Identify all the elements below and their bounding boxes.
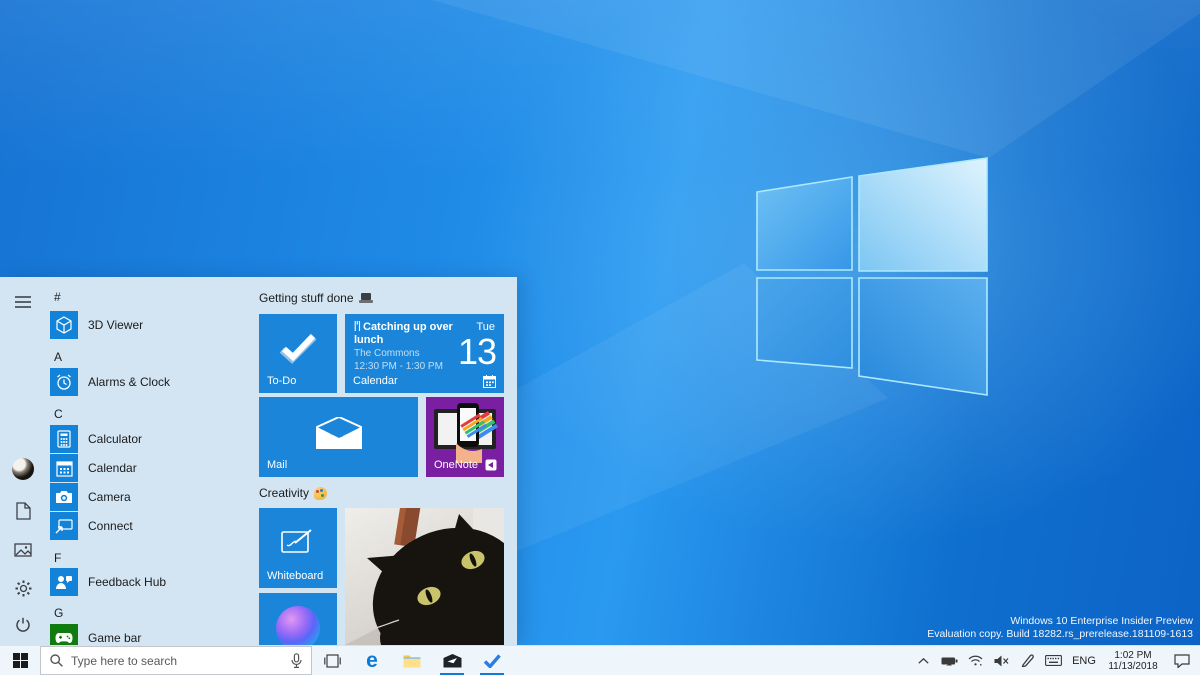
app-item-alarms-clock[interactable]: Alarms & Clock [50,368,210,396]
app-item-feedback-hub[interactable]: Feedback Hub [50,568,210,596]
todo-button[interactable] [472,646,512,675]
app-item-label: Alarms & Clock [88,375,170,389]
feedback-hub-icon [50,568,78,596]
tile-calendar[interactable]: Catching up over lunch The Commons 12:30… [345,314,504,393]
tray-show-hidden-icons-button[interactable] [910,646,936,675]
start-button[interactable] [0,646,40,675]
tile-label: Calendar [353,375,398,387]
start-menu-tiles: Getting stuff done To-Do Catching up ove… [259,277,505,645]
alarms-clock-icon [50,368,78,396]
camera-icon [50,483,78,511]
volume-muted-icon[interactable] [988,646,1014,675]
build-watermark-line1: Windows 10 Enterprise Insider Preview [927,615,1193,628]
calendar-app-icon [50,454,78,482]
calendar-badge-icon [483,375,496,388]
tile-photo[interactable] [345,508,504,645]
meal-icon [354,321,361,331]
app-item-calculator[interactable]: Calculator [50,425,210,453]
tile-whiteboard[interactable]: Whiteboard [259,508,337,588]
app-section-header[interactable]: G [54,606,174,620]
3d-viewer-icon [50,311,78,339]
app-item-camera[interactable]: Camera [50,483,210,511]
desktop: Windows 10 Enterprise Insider Preview Ev… [0,0,1200,675]
cortana-orb-icon [276,606,320,645]
clock-time: 1:02 PM [1114,650,1151,661]
microsoft-badge-icon [485,459,497,471]
todo-check-icon [259,314,337,383]
laptop-emoji-icon [359,293,373,304]
tile-cortana[interactable] [259,593,337,645]
start-menu: # 3D Viewer A Alarms & Clock C Calcul [0,277,517,645]
whiteboard-icon [259,508,337,576]
calendar-event: Catching up over lunch The Commons 12:30… [354,321,496,369]
mail-button[interactable] [432,646,472,675]
app-item-label: Game bar [88,631,141,645]
taskbar: e [0,645,1200,675]
app-item-label: Calendar [88,461,137,475]
app-item-label: Camera [88,490,131,504]
task-view-button[interactable] [312,646,352,675]
app-item-label: 3D Viewer [88,318,143,332]
tile-onenote[interactable]: OneNote [426,397,504,477]
tile-mail[interactable]: Mail [259,397,418,477]
file-explorer-button[interactable] [392,646,432,675]
app-section-header[interactable]: C [54,407,174,421]
taskbar-spacer [512,646,910,675]
tile-group-title: Getting stuff done [259,291,354,305]
edge-button[interactable]: e [352,646,392,675]
connect-icon [50,512,78,540]
app-section-header[interactable]: A [54,350,174,364]
action-center-button[interactable] [1164,646,1200,675]
app-section-header[interactable]: F [54,551,174,565]
touch-keyboard-icon[interactable] [1040,646,1066,675]
build-watermark-line2: Evaluation copy. Build 18282.rs_prerelea… [927,628,1193,641]
battery-icon[interactable] [936,646,962,675]
wifi-icon[interactable] [962,646,988,675]
todo-taskbar-icon [483,654,501,668]
mail-taskbar-icon [443,654,462,668]
cat-photo [345,508,504,645]
app-item-connect[interactable]: Connect [50,512,210,540]
build-watermark: Windows 10 Enterprise Insider Preview Ev… [927,615,1193,641]
app-item-game-bar[interactable]: Game bar [50,624,210,645]
tile-group-header-creativity[interactable]: Creativity [259,486,327,500]
taskbar-clock[interactable]: 1:02 PM 11/13/2018 [1102,646,1164,675]
tile-label: OneNote [434,459,478,471]
app-section-header[interactable]: # [54,290,174,304]
clock-date: 11/13/2018 [1108,661,1157,672]
search-icon [50,654,63,667]
microphone-icon[interactable] [291,653,302,668]
game-bar-icon [50,624,78,645]
taskbar-search[interactable] [40,646,312,675]
app-item-calendar[interactable]: Calendar [50,454,210,482]
app-item-label: Calculator [88,432,142,446]
tile-label: To-Do [267,375,296,387]
tile-label: Whiteboard [267,570,323,582]
search-input[interactable] [71,654,283,668]
start-menu-app-list: # 3D Viewer A Alarms & Clock C Calcul [0,277,212,645]
app-item-3d-viewer[interactable]: 3D Viewer [50,311,210,339]
calculator-icon [50,425,78,453]
calendar-date: 13 [458,331,496,373]
file-explorer-icon [403,654,421,668]
calendar-event-title: Catching up over lunch [354,321,458,347]
pen-icon[interactable] [1014,646,1040,675]
tile-group-title: Creativity [259,486,309,500]
palette-emoji-icon [314,487,327,500]
edge-icon: e [366,650,378,671]
tile-label: Mail [267,459,287,471]
app-item-label: Connect [88,519,133,533]
app-item-label: Feedback Hub [88,575,166,589]
tile-todo[interactable]: To-Do [259,314,337,393]
language-indicator[interactable]: ENG [1066,646,1102,675]
windows-wallpaper-logo [753,157,993,397]
tile-group-header-getting-stuff-done[interactable]: Getting stuff done [259,291,373,305]
